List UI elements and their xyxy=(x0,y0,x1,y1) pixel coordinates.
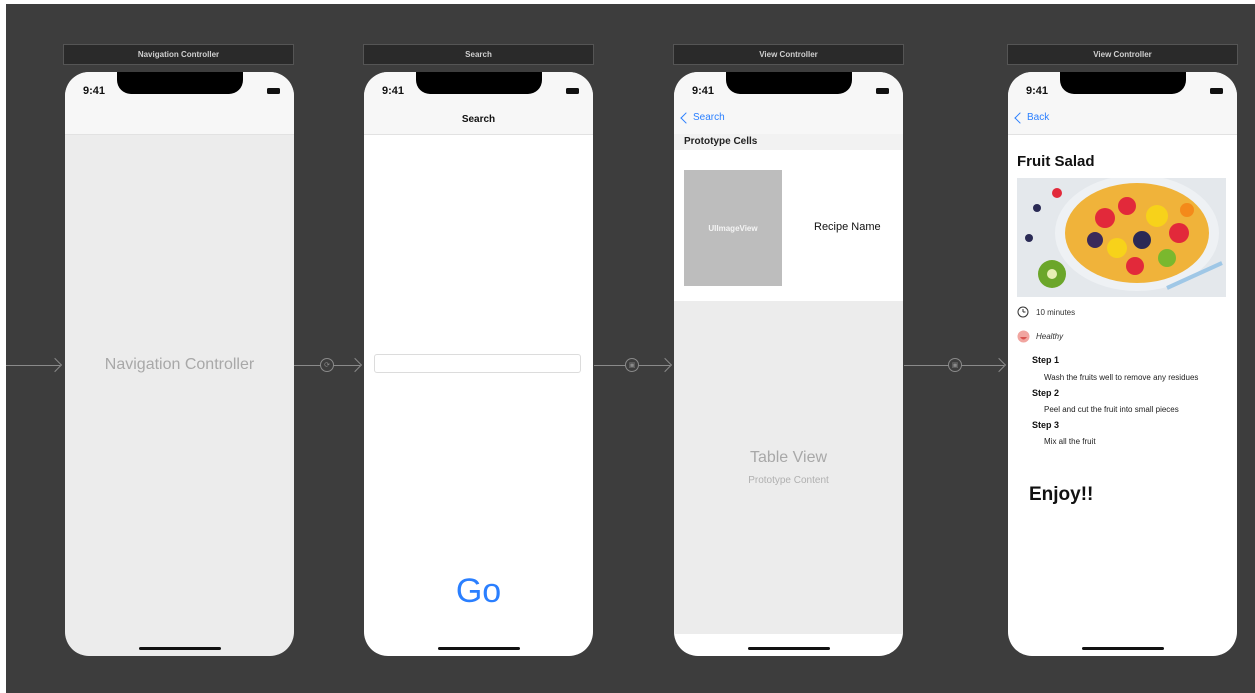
prototype-cell[interactable]: UIImageView Recipe Name xyxy=(674,150,903,301)
step-2-text: Peel and cut the fruit into small pieces xyxy=(1044,405,1179,414)
table-view-subtitle: Prototype Content xyxy=(748,475,829,486)
battery-icon xyxy=(566,88,579,94)
back-button[interactable]: Search xyxy=(680,111,725,124)
phone-table-view[interactable]: Search 9:41 Prototype Cells UIImageView … xyxy=(674,72,903,656)
status-time: 9:41 xyxy=(692,85,715,97)
fruit-salad-image xyxy=(1017,178,1226,297)
step-3-title: Step 3 xyxy=(1032,420,1060,430)
storyboard-canvas: Navigation Controller Search View Contro… xyxy=(6,4,1255,693)
clock-icon xyxy=(1017,306,1029,318)
show-segue-icon-2[interactable]: ▣ xyxy=(948,358,962,372)
home-indicator xyxy=(1081,647,1164,650)
table-view-area[interactable]: Table View Prototype Content xyxy=(674,301,903,634)
step-1-title: Step 1 xyxy=(1032,355,1060,365)
notch xyxy=(1059,72,1186,94)
uiimageview-placeholder: UIImageView xyxy=(684,170,782,286)
go-button[interactable]: Go xyxy=(364,572,593,611)
show-segue-icon-1[interactable]: ▣ xyxy=(625,358,639,372)
scene-label-view-controller-1[interactable]: View Controller xyxy=(673,44,904,65)
relationship-segue-icon[interactable]: ⟳ xyxy=(320,358,334,372)
step-3-text: Mix all the fruit xyxy=(1044,437,1096,446)
recipe-title: Fruit Salad xyxy=(1017,153,1095,170)
notch xyxy=(725,72,852,94)
recipe-name-label: Recipe Name xyxy=(814,221,881,233)
status-time: 9:41 xyxy=(382,85,405,97)
step-1-text: Wash the fruits well to remove any resid… xyxy=(1044,373,1199,382)
uiimageview-label: UIImageView xyxy=(708,223,758,233)
status-time: 9:41 xyxy=(1026,85,1049,97)
back-label: Search xyxy=(693,112,725,123)
scene-label-search[interactable]: Search xyxy=(363,44,594,65)
section-header-label: Prototype Cells xyxy=(684,136,758,147)
segue-arrow-head-2 xyxy=(657,357,673,373)
segue-arrow-head-1 xyxy=(347,357,363,373)
step-2-title: Step 2 xyxy=(1032,388,1060,398)
battery-icon xyxy=(267,88,280,94)
entry-arrow-head xyxy=(47,357,63,373)
search-input[interactable] xyxy=(374,354,581,373)
notch xyxy=(415,72,542,94)
section-header: Prototype Cells xyxy=(674,134,903,150)
notch xyxy=(116,72,243,94)
back-label: Back xyxy=(1027,112,1050,123)
home-indicator xyxy=(437,647,520,650)
nav-title: Search xyxy=(461,114,496,125)
home-indicator xyxy=(138,647,221,650)
status-time: 9:41 xyxy=(83,85,106,97)
duration-row: 10 minutes xyxy=(1017,306,1075,318)
phone-search[interactable]: Search 9:41 Go xyxy=(364,72,593,656)
battery-icon xyxy=(876,88,889,94)
home-indicator xyxy=(747,647,830,650)
battery-icon xyxy=(1210,88,1223,94)
nav-controller-title: Navigation Controller xyxy=(104,356,255,373)
table-view-title: Table View xyxy=(749,449,828,466)
segue-arrow-head-3 xyxy=(991,357,1007,373)
phone-detail-view[interactable]: Back 9:41 Fruit Salad 10 minutes Healthy… xyxy=(1008,72,1237,656)
phone-navigation-controller[interactable]: 9:41 Navigation Controller xyxy=(65,72,294,656)
healthy-icon xyxy=(1017,330,1030,343)
scene-label-navigation-controller[interactable]: Navigation Controller xyxy=(63,44,294,65)
back-button[interactable]: Back xyxy=(1014,111,1050,124)
enjoy-label: Enjoy!! xyxy=(1029,484,1094,505)
category-label: Healthy xyxy=(1036,332,1064,341)
scene-label-view-controller-2[interactable]: View Controller xyxy=(1007,44,1238,65)
chevron-left-icon xyxy=(680,111,692,124)
chevron-left-icon xyxy=(1014,111,1026,124)
category-row: Healthy xyxy=(1017,330,1063,343)
duration-label: 10 minutes xyxy=(1036,307,1076,317)
